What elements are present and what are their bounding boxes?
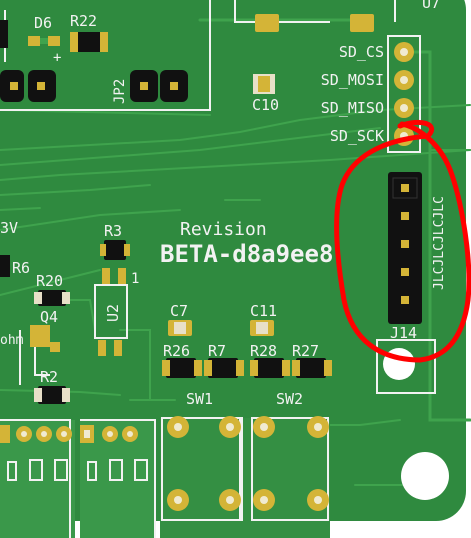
label-r26: R26 [163,342,190,360]
label-ohm: ohm [0,333,24,348]
label-u2: U2 [104,304,122,322]
mounting-hole-large [401,452,449,500]
label-q4: Q4 [40,308,58,326]
label-r2: R2 [40,368,58,386]
label-r27: R27 [292,342,319,360]
label-u7: U7 [422,0,440,12]
label-c11: C11 [250,302,277,320]
label-r22: R22 [70,12,97,30]
label-sd-cs: SD_CS [339,43,384,61]
label-c10: C10 [252,96,279,114]
label-r20: R20 [36,272,63,290]
label-sw2: SW2 [276,390,303,408]
label-jp2: JP2 [112,79,128,104]
label-sd-miso: SD_MISO [321,99,384,117]
label-sw1: SW1 [186,390,213,408]
label-sd-mosi: SD_MOSI [321,71,384,89]
label-plus: + [53,50,61,66]
label-sd-sck: SD_SCK [330,127,384,145]
pcb-board: U7 D6 R22 + JP2 C10 SD_CS SD_MOSI SD_MIS… [0,0,471,538]
label-3v: 3V [0,219,18,237]
j14-connector [388,172,422,324]
label-d6: D6 [34,14,52,32]
label-jlc: JLCJLCJLCJLC [432,196,447,290]
label-c7: C7 [170,302,188,320]
label-pin1: 1 [131,271,139,287]
label-r6: R6 [12,259,30,277]
label-r28: R28 [250,342,277,360]
label-j14: J14 [390,324,417,342]
revision-code: BETA-d8a9ee8 [160,240,333,268]
label-r3: R3 [104,222,122,240]
label-r7: R7 [208,342,226,360]
pcb-render-view: U7 D6 R22 + JP2 C10 SD_CS SD_MOSI SD_MIS… [0,0,471,538]
revision-title: Revision [180,219,267,240]
